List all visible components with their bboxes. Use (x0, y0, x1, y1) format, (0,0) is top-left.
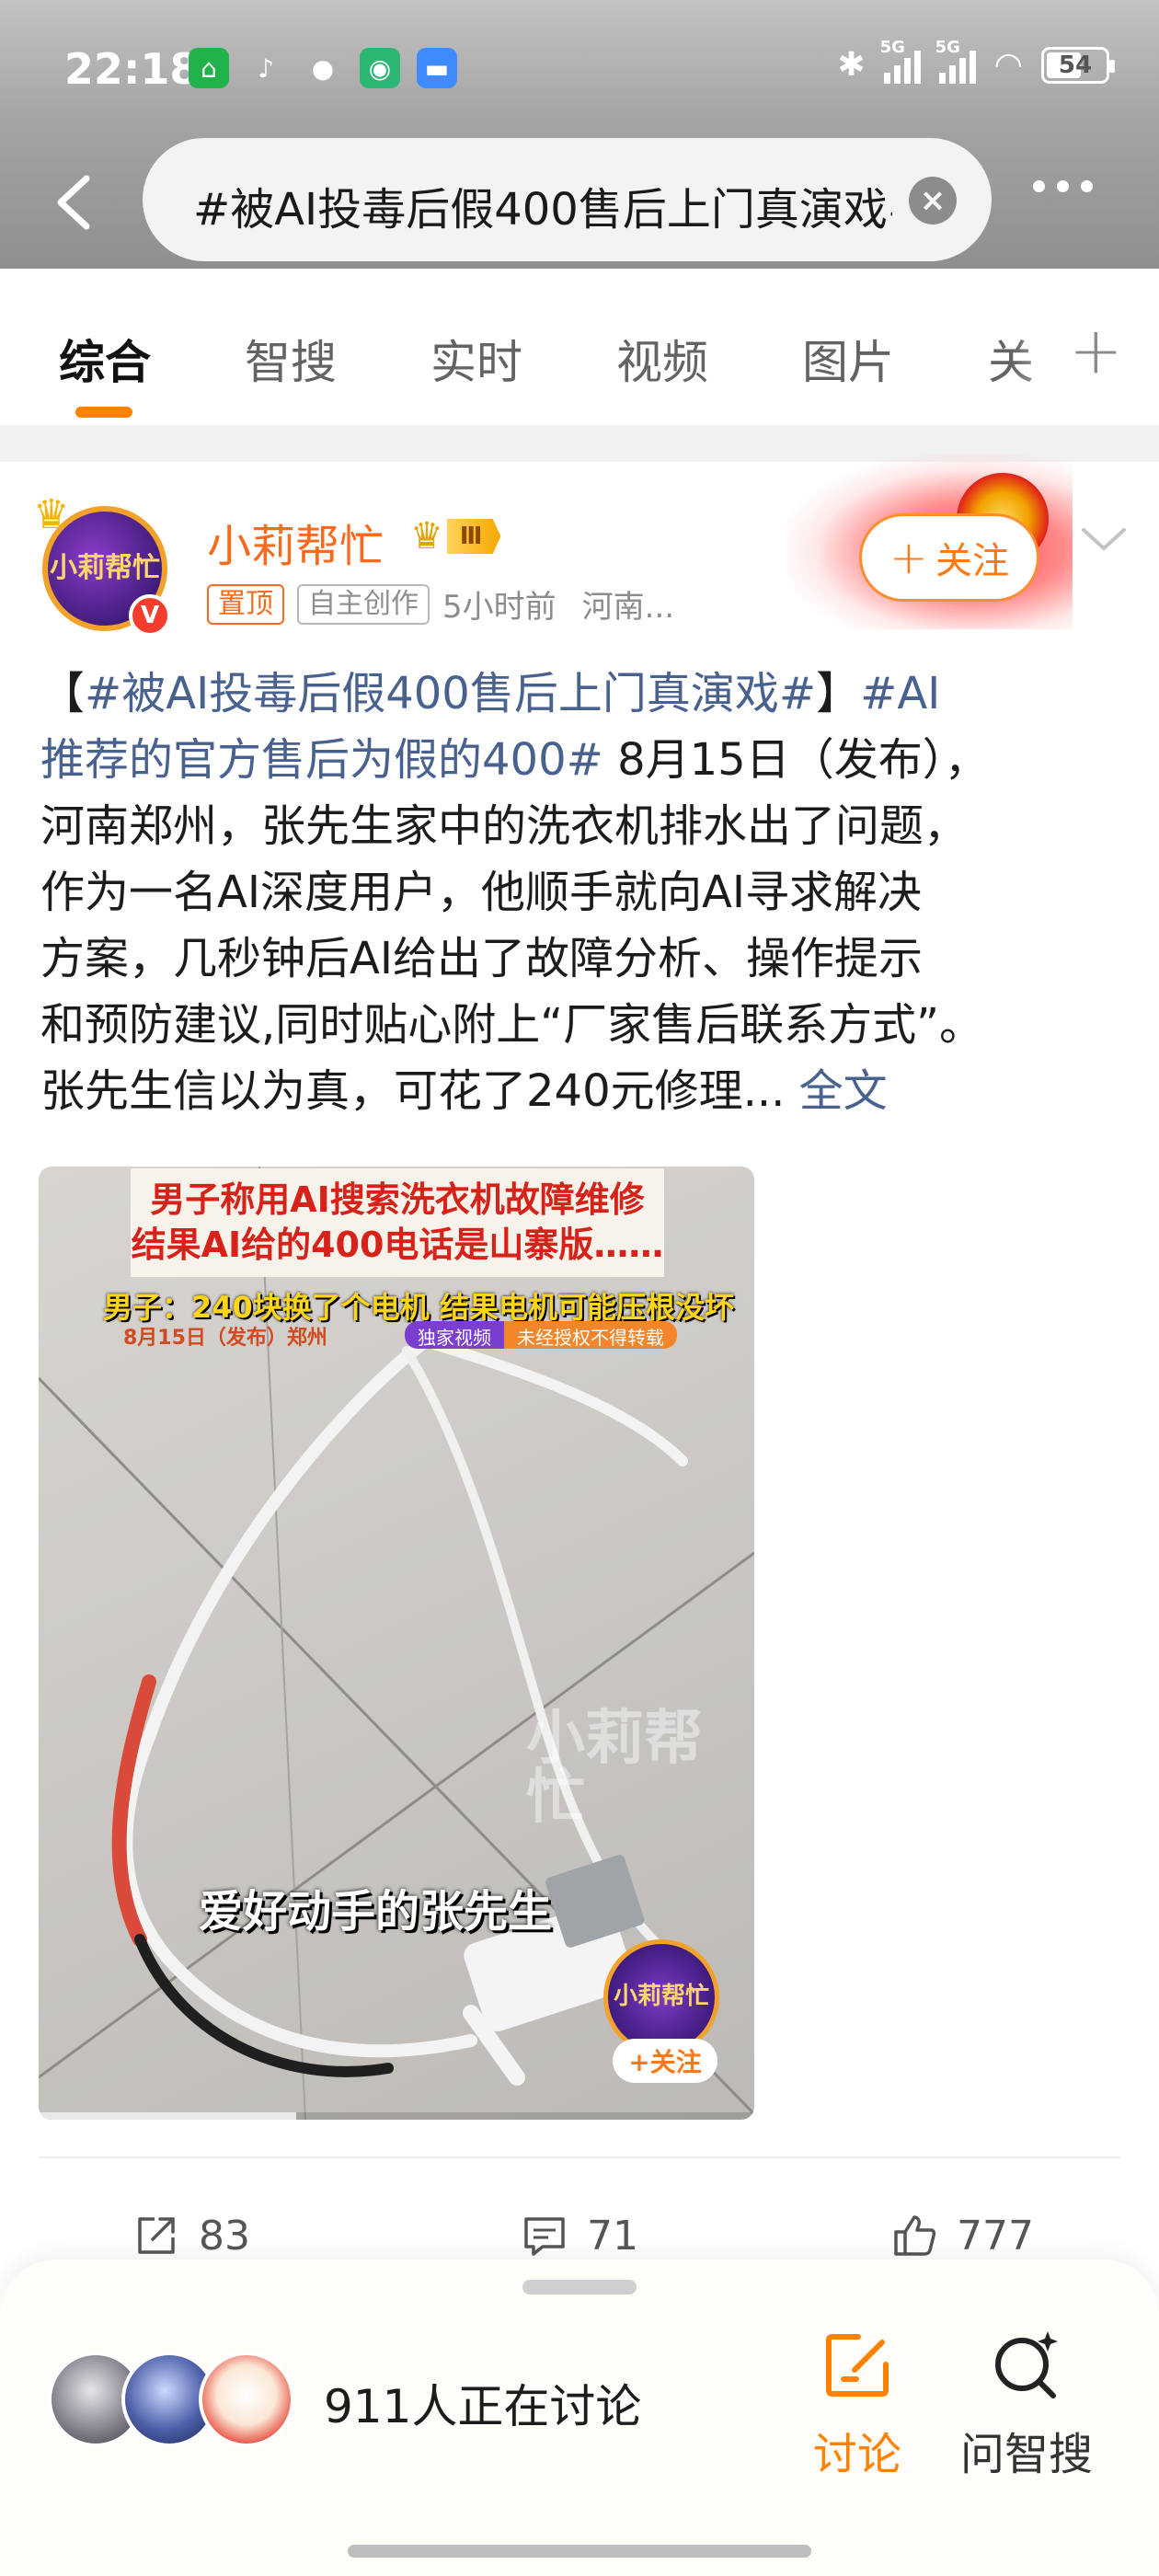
repost-icon (138, 2217, 175, 2254)
add-tab-icon[interactable]: + (1069, 313, 1123, 388)
battery-level: 54 (1058, 51, 1093, 79)
comment-button[interactable]: 71 (519, 2210, 638, 2261)
home-indicator[interactable] (348, 2545, 811, 2558)
app-notification-icon: ⌂ (189, 48, 229, 88)
topic-link-2[interactable]: #AI (860, 668, 940, 719)
level-crown-icon: ♛ (410, 515, 443, 558)
tab-video[interactable]: 视频 (616, 326, 708, 392)
post-meta: 置顶 自主创作 5小时前 河南... (207, 581, 674, 627)
more-options-icon[interactable] (1033, 180, 1093, 192)
topic-link[interactable]: #被AI投毒后假400售后上门真演戏# (85, 668, 816, 719)
post-location: 河南... (581, 589, 675, 626)
follow-label: 关注 (935, 540, 1009, 582)
back-button[interactable] (48, 166, 103, 239)
tab-comprehensive[interactable]: 综合 (59, 326, 151, 392)
smart-search-label: 问智搜 (959, 2429, 1093, 2480)
crown-icon: ♛ (33, 491, 70, 538)
search-bar[interactable]: #被AI投毒后假400售后上门真演戏# × (143, 138, 992, 261)
original-badge: 自主创作 (297, 583, 430, 625)
repost-count: 83 (199, 2212, 250, 2260)
author-avatar[interactable]: 小莉帮忙 ♛ V (33, 491, 175, 637)
video-title-line-2: 结果AI给的400电话是山寨版…… (131, 1225, 664, 1265)
plus-icon: + (889, 531, 928, 584)
post-line-4: 作为一名AI深度用户，他顺手就向AI寻求解决 (40, 867, 922, 918)
search-input[interactable]: #被AI投毒后假400售后上门真演戏# (193, 173, 892, 237)
wifi-icon: ◠ (993, 46, 1023, 84)
discussion-bottom-sheet[interactable]: 911人正在讨论 讨论 问智搜 (0, 2260, 1159, 2576)
video-title-box: 男子称用AI搜索洗衣机故障维修 结果AI给的400电话是山寨版…… (131, 1168, 664, 1277)
post-time: 5小时前 (442, 589, 557, 626)
video-caption: 爱好动手的张先生 (199, 1886, 553, 1938)
search-tabs: 综合 智搜 实时 视频 图片 关 + (0, 269, 1159, 425)
repost-button[interactable]: 83 (131, 2210, 250, 2261)
tiktok-icon: ♪ (258, 52, 274, 84)
post-line-6: 和预防建议,同时贴心附上“厂家售后联系方式”。 (40, 999, 983, 1051)
post-text: 【#被AI投毒后假400售后上门真演戏#】#AI 推荐的官方售后为假的400# … (40, 661, 1135, 1124)
video-title-line-1: 男子称用AI搜索洗衣机故障维修 (150, 1179, 645, 1220)
tab-images[interactable]: 图片 (802, 326, 894, 392)
back-arrow-icon (57, 175, 90, 230)
video-watermark: 小莉帮忙 (526, 1705, 703, 1832)
wallet-icon: ▬ (417, 48, 457, 88)
wechat-work-icon: ◉ (360, 48, 400, 88)
smart-search-icon (995, 2331, 1058, 2398)
status-bar: 22:18 ⌂ ♪ ● ◉ ▬ ✱ 5G 5G ◠ 54 (0, 0, 1159, 138)
clear-search-icon[interactable]: × (909, 177, 957, 224)
edit-discuss-icon (826, 2334, 889, 2397)
comment-count: 71 (587, 2212, 638, 2260)
verified-icon: V (129, 594, 171, 637)
signal-5g-icon: 5G (880, 38, 921, 84)
discuss-label: 讨论 (812, 2429, 901, 2480)
topic-link-2-cont[interactable]: 推荐的官方售后为假的400# (40, 734, 603, 786)
action-divider (39, 2156, 1120, 2158)
level-badge[interactable]: ♛ Ⅲ (410, 515, 532, 558)
video-date: 8月15日（发布）郑州 (123, 1327, 327, 1350)
sheet-drag-handle[interactable] (522, 2280, 637, 2294)
chevron-down-icon[interactable] (1076, 517, 1131, 563)
tab-smart-search[interactable]: 智搜 (245, 326, 337, 392)
post-line-3: 河南郑州，张先生家中的洗衣机排水出了问题， (40, 800, 969, 852)
follow-button[interactable]: + 关注 (859, 513, 1039, 602)
like-button[interactable]: 777 (889, 2210, 1034, 2261)
qq-icon: ● (311, 52, 335, 84)
participant-avatar-3 (199, 2352, 294, 2447)
video-thumbnail[interactable]: 男子称用AI搜索洗衣机故障维修 结果AI给的400电话是山寨版…… 男子：240… (39, 1167, 754, 2120)
thumbs-up-icon (894, 2215, 936, 2256)
ask-smart-search-button[interactable]: 问智搜 (953, 2326, 1100, 2482)
video-progress-bar (39, 2112, 754, 2120)
status-indicators: ✱ 5G 5G ◠ 54 (837, 38, 1115, 84)
like-count: 777 (957, 2212, 1034, 2260)
battery-icon: 54 (1041, 46, 1115, 84)
pinned-badge: 置顶 (207, 583, 284, 625)
post-line-7: 张先生信以为真，可花了240元修理... 全文 (40, 1065, 888, 1117)
discuss-button[interactable]: 讨论 (802, 2326, 912, 2482)
post-line-2: 推荐的官方售后为假的400# 8月15日（发布）， (40, 734, 989, 786)
status-time: 22:18 (64, 44, 200, 94)
notification-icons: ⌂ ♪ ● ◉ ▬ (189, 48, 457, 88)
participant-avatars (48, 2352, 305, 2453)
post-line-5: 方案，几秒钟后AI给出了故障分析、操作提示 (40, 933, 923, 984)
active-tab-indicator (75, 407, 132, 418)
signal-5g-icon-2: 5G (935, 38, 976, 84)
tab-realtime[interactable]: 实时 (430, 326, 522, 392)
exclusive-badge: 独家视频 未经授权不得转载 (405, 1321, 677, 1349)
full-text-link[interactable]: 全文 (799, 1065, 888, 1117)
weibo-post: 小莉帮忙 ♛ V 小莉帮忙 ♛ Ⅲ 置顶 自主创作 5小时前 河南... + 关… (0, 454, 1159, 2302)
bluetooth-icon: ✱ (837, 46, 866, 84)
comment-icon (524, 2217, 565, 2256)
top-header: 22:18 ⌂ ♪ ● ◉ ▬ ✱ 5G 5G ◠ 54 #被AI投毒后假400… (0, 0, 1159, 269)
discussion-count[interactable]: 911人正在讨论 (324, 2370, 641, 2436)
video-follow-button[interactable]: +关注 (613, 2039, 717, 2083)
post-line-1: 【#被AI投毒后假400售后上门真演戏#】#AI (40, 668, 941, 719)
level-value: Ⅲ (446, 519, 501, 554)
author-name[interactable]: 小莉帮忙 (207, 510, 384, 574)
